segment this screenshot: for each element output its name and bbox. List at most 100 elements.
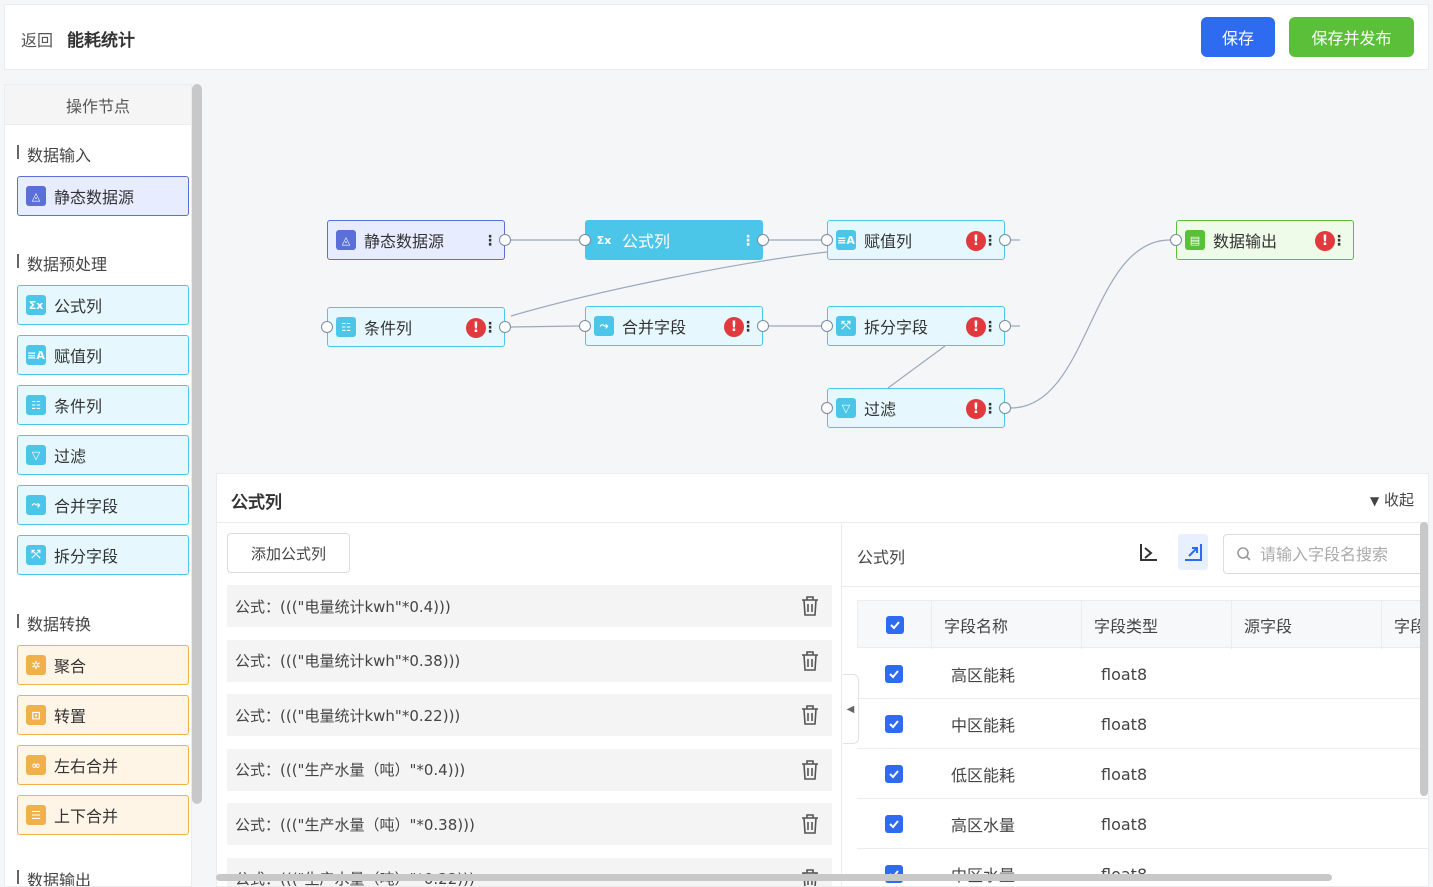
sidebar-item-label: 静态数据源 — [54, 188, 135, 207]
row-checkbox[interactable] — [885, 765, 903, 783]
output-port[interactable] — [757, 320, 769, 332]
sidebar-item-static-datasource[interactable]: ◬ 静态数据源 — [17, 176, 189, 216]
export-icon[interactable] — [1178, 534, 1208, 570]
aggregate-icon: ✲ — [26, 655, 46, 675]
formula-text: 公式：((("电量统计kwh"*0.22))) — [235, 706, 461, 725]
node-data-output[interactable]: ▤ 数据输出 ! ⋮ — [1176, 220, 1354, 260]
save-button[interactable]: 保存 — [1201, 17, 1275, 57]
more-icon[interactable]: ⋮ — [983, 317, 997, 337]
right-section-title: 公式列 — [857, 548, 906, 567]
table-row[interactable]: 低区能耗 float8 — [857, 749, 1428, 799]
input-port[interactable] — [579, 320, 591, 332]
import-icon[interactable] — [1134, 534, 1164, 570]
more-icon[interactable]: ⋮ — [1332, 231, 1346, 251]
sidebar-item-merge-field[interactable]: ⤳ 合并字段 — [17, 485, 189, 525]
node-filter[interactable]: ▽ 过滤 ! ⋮ — [827, 388, 1005, 428]
formula-row[interactable]: 公式：((("电量统计kwh"*0.38))) — [227, 639, 832, 682]
more-icon[interactable]: ⋮ — [741, 231, 755, 251]
formula-row[interactable]: 公式：((("生产水量（吨）"*0.4))) — [227, 748, 832, 791]
sidebar-item-split-field[interactable]: ⤲ 拆分字段 — [17, 535, 189, 575]
output-port[interactable] — [499, 234, 511, 246]
condition-icon: ☷ — [26, 395, 46, 415]
node-formula[interactable]: Σx 公式列 ⋮ — [585, 220, 763, 260]
sidebar-item-condition[interactable]: ☷ 条件列 — [17, 385, 189, 425]
node-condition[interactable]: ☷ 条件列 ! ⋮ — [327, 307, 505, 347]
split-field-icon: ⤲ — [26, 545, 46, 565]
input-port[interactable] — [821, 402, 833, 414]
table-row[interactable]: 高区能耗 float8 — [857, 649, 1428, 699]
trash-icon[interactable] — [800, 813, 820, 835]
select-all-checkbox[interactable] — [885, 616, 904, 634]
output-port[interactable] — [757, 234, 769, 246]
field-search-input[interactable] — [1260, 544, 1420, 564]
add-formula-button[interactable]: 添加公式列 — [227, 533, 350, 573]
input-port[interactable] — [321, 321, 333, 333]
merge-field-icon: ⤳ — [594, 316, 614, 336]
collapse-label: 收起 — [1383, 491, 1414, 509]
row-checkbox[interactable] — [885, 665, 903, 683]
more-icon[interactable]: ⋮ — [983, 399, 997, 419]
sidebar-item-left-right-merge[interactable]: ∞ 左右合并 — [17, 745, 189, 785]
node-assign[interactable]: ≡A 赋值列 ! ⋮ — [827, 220, 1005, 260]
formula-row[interactable]: 公式：((("生产水量（吨）"*0.38))) — [227, 803, 832, 845]
node-split-field[interactable]: ⤲ 拆分字段 ! ⋮ — [827, 306, 1005, 346]
node-label: 过滤 — [864, 400, 897, 419]
trash-icon[interactable] — [800, 595, 820, 617]
node-static-datasource[interactable]: ◬ 静态数据源 ⋮ — [327, 220, 505, 260]
column-header-field-name[interactable]: 字段名称 — [932, 601, 1082, 649]
save-and-publish-button[interactable]: 保存并发布 — [1289, 17, 1414, 57]
back-link[interactable]: 返回 — [21, 27, 53, 51]
sidebar-item-label: 条件列 — [54, 397, 103, 416]
column-header-source-field[interactable]: 源字段 — [1232, 601, 1382, 649]
more-icon[interactable]: ⋮ — [741, 317, 755, 337]
flow-canvas[interactable] — [204, 76, 1433, 471]
table-row[interactable]: 中区水量 float8 — [857, 849, 1428, 886]
static-datasource-icon: ◬ — [26, 186, 46, 206]
input-port[interactable] — [821, 234, 833, 246]
horizontal-scrollbar[interactable] — [216, 874, 1332, 881]
table-row[interactable]: 中区能耗 float8 — [857, 699, 1428, 749]
panel-divider — [217, 522, 1428, 523]
trash-icon[interactable] — [800, 650, 820, 672]
sidebar-item-aggregate[interactable]: ✲ 聚合 — [17, 645, 189, 685]
output-port[interactable] — [999, 402, 1011, 414]
sidebar-scrollbar[interactable] — [192, 84, 202, 804]
sidebar-item-transpose[interactable]: ⊡ 转置 — [17, 695, 189, 735]
output-port[interactable] — [999, 320, 1011, 332]
condition-icon: ☷ — [336, 317, 356, 337]
sidebar-item-label: 过滤 — [54, 447, 87, 466]
output-port[interactable] — [499, 321, 511, 333]
sidebar-item-label: 左右合并 — [54, 757, 119, 776]
sidebar-item-top-bottom-merge[interactable]: ☰ 上下合并 — [17, 795, 189, 835]
row-checkbox[interactable] — [885, 815, 903, 833]
node-merge-field[interactable]: ⤳ 合并字段 ! ⋮ — [585, 306, 763, 346]
link-icon: ∞ — [26, 755, 46, 775]
input-port[interactable] — [579, 234, 591, 246]
section-data-transform: 数据转换 — [17, 611, 91, 635]
formula-config-panel: 公式列 ▼ 收起 添加公式列 公式：((("电量统计kwh"*0.4))) 公式：… — [216, 473, 1429, 887]
more-icon[interactable]: ⋮ — [483, 318, 497, 338]
trash-icon[interactable] — [800, 704, 820, 726]
panel-title: 公式列 — [231, 493, 282, 513]
formula-icon: Σx — [26, 295, 46, 315]
output-port[interactable] — [999, 234, 1011, 246]
column-header-field-type[interactable]: 字段类型 — [1082, 601, 1232, 649]
vertical-scrollbar[interactable] — [1420, 522, 1428, 796]
trash-icon[interactable] — [800, 759, 820, 781]
input-port[interactable] — [1170, 234, 1182, 246]
input-port[interactable] — [821, 320, 833, 332]
sidebar-item-filter[interactable]: ▽ 过滤 — [17, 435, 189, 475]
sidebar-item-assign[interactable]: ≡A 赋值列 — [17, 335, 189, 375]
field-name-cell: 低区能耗 — [951, 766, 1016, 785]
sidebar-item-formula[interactable]: Σx 公式列 — [17, 285, 189, 325]
formula-row[interactable]: 公式：((("生产水量（吨）"*0.22))) — [227, 857, 832, 886]
row-checkbox[interactable] — [885, 715, 903, 733]
more-icon[interactable]: ⋮ — [483, 231, 497, 251]
table-row[interactable]: 高区水量 float8 — [857, 799, 1428, 849]
formula-row[interactable]: 公式：((("电量统计kwh"*0.4))) — [227, 585, 832, 627]
field-name-cell: 中区水量 — [951, 849, 1015, 886]
collapse-button[interactable]: ▼ 收起 — [1370, 489, 1414, 510]
formula-row[interactable]: 公式：((("电量统计kwh"*0.22))) — [227, 694, 832, 736]
field-search-box[interactable] — [1223, 534, 1428, 574]
more-icon[interactable]: ⋮ — [983, 231, 997, 251]
